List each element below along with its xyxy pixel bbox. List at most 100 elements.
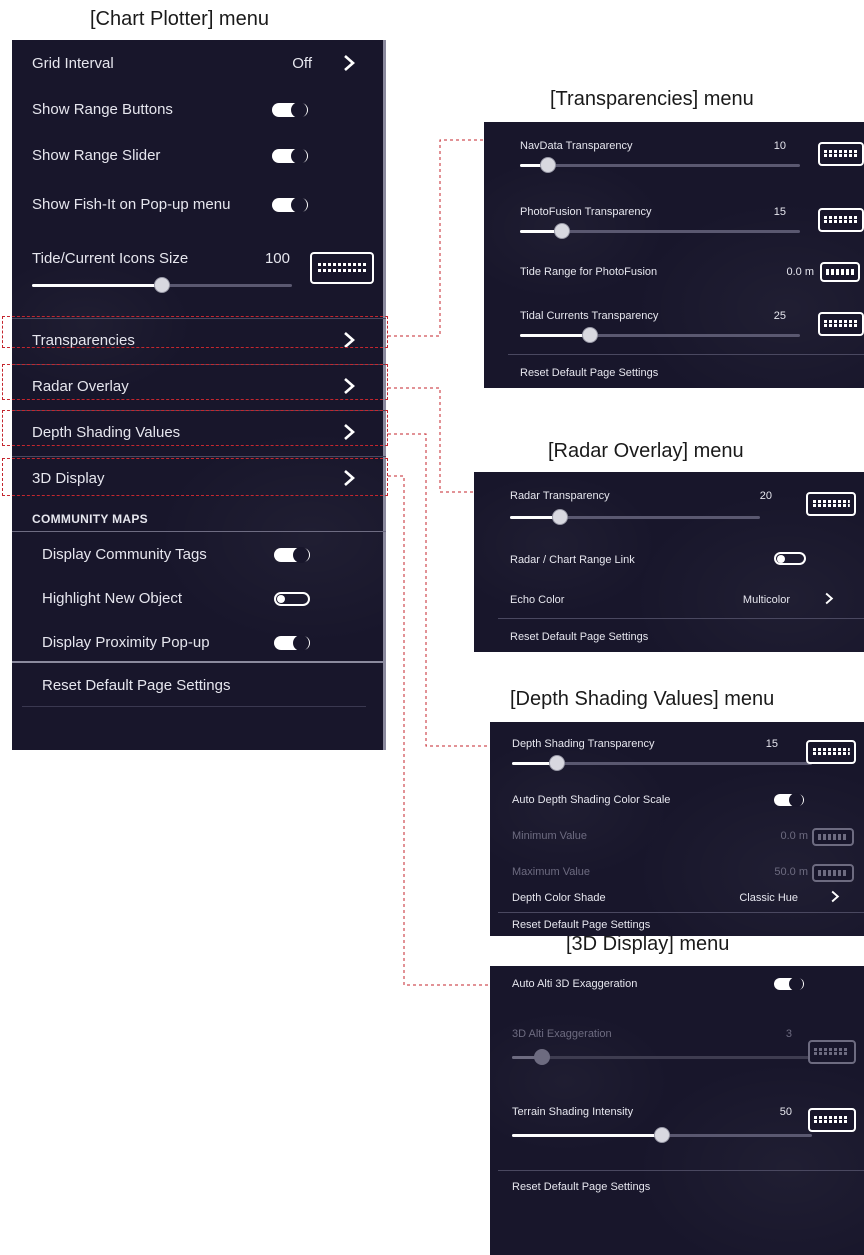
- transparencies-caption: [Transparencies] menu: [550, 88, 754, 110]
- tide-current-icons-size-slider[interactable]: [32, 277, 292, 293]
- transparencies-panel: NavData Transparency 10 PhotoFusion Tran…: [484, 122, 864, 388]
- reset-default-page-settings-button[interactable]: Reset Default Page Settings: [512, 1181, 650, 1193]
- echo-color-row[interactable]: Echo Color Multicolor: [474, 580, 864, 618]
- depth-shading-transparency-row: Depth Shading Transparency 15: [490, 722, 864, 780]
- tide-range-label: Tide Range for PhotoFusion: [520, 266, 658, 278]
- auto-alti-3d-exaggeration-label: Auto Alti 3D Exaggeration: [512, 978, 638, 990]
- depth-color-shade-label: Depth Color Shade: [512, 892, 606, 904]
- auto-alti-3d-exaggeration-row[interactable]: Auto Alti 3D Exaggeration: [490, 966, 864, 1010]
- slider-thumb[interactable]: [654, 1127, 670, 1143]
- tidal-currents-transparency-value: 25: [773, 310, 786, 322]
- echo-color-value: Multicolor: [742, 594, 790, 606]
- radar-transparency-value: 20: [759, 490, 772, 502]
- keyboard-icon[interactable]: [310, 252, 374, 284]
- radar-overlay-panel: Radar Transparency 20 Radar / Chart Rang…: [474, 472, 864, 652]
- slider-thumb[interactable]: [549, 755, 565, 771]
- tidal-currents-transparency-slider[interactable]: [520, 327, 800, 343]
- community-maps-title: COMMUNITY MAPS: [32, 512, 148, 526]
- alti-exaggeration-value: 3: [785, 1028, 792, 1040]
- reset-default-page-settings-row[interactable]: Reset Default Page Settings: [490, 1171, 864, 1211]
- show-range-buttons-label: Show Range Buttons: [32, 101, 173, 118]
- keyboard-icon[interactable]: [818, 208, 864, 232]
- radar-transparency-row: Radar Transparency 20: [474, 472, 864, 538]
- maximum-value-row: Maximum Value 50.0 m: [490, 854, 864, 890]
- display-3d-panel: Auto Alti 3D Exaggeration 3D Alti Exagge…: [490, 966, 864, 1255]
- photofusion-transparency-slider[interactable]: [520, 223, 800, 239]
- tide-range-row: Tide Range for PhotoFusion 0.0 m: [484, 248, 864, 294]
- display-community-tags-toggle[interactable]: [274, 547, 310, 563]
- reset-default-page-settings-row[interactable]: Reset Default Page Settings: [474, 619, 864, 652]
- keyboard-icon: [808, 1040, 856, 1064]
- slider-thumb[interactable]: [552, 509, 568, 525]
- highlight-new-object-toggle[interactable]: [274, 592, 310, 606]
- tide-current-icons-size-row: Tide/Current Icons Size 100: [12, 228, 386, 310]
- display-proximity-popup-toggle[interactable]: [274, 635, 310, 651]
- keyboard-icon[interactable]: [806, 492, 856, 516]
- keyboard-icon[interactable]: [820, 262, 860, 282]
- terrain-shading-intensity-row: Terrain Shading Intensity 50: [490, 1082, 864, 1154]
- highlight-new-object-row[interactable]: Highlight New Object: [12, 576, 386, 620]
- keyboard-icon: [812, 828, 854, 846]
- photofusion-transparency-row: PhotoFusion Transparency 15: [484, 186, 864, 248]
- keyboard-icon[interactable]: [818, 142, 864, 166]
- display-proximity-popup-row[interactable]: Display Proximity Pop-up: [12, 620, 386, 664]
- reset-default-page-settings-button[interactable]: Reset Default Page Settings: [520, 367, 658, 379]
- display-proximity-popup-label: Display Proximity Pop-up: [42, 634, 210, 651]
- navdata-transparency-slider[interactable]: [520, 157, 800, 173]
- navdata-transparency-row: NavData Transparency 10: [484, 122, 864, 186]
- reset-default-page-settings-row[interactable]: Reset Default Page Settings: [490, 913, 864, 936]
- radar-overlay-highlight: [2, 364, 388, 400]
- depth-shading-transparency-slider[interactable]: [512, 755, 812, 771]
- show-fish-it-row[interactable]: Show Fish-It on Pop-up menu: [12, 178, 386, 228]
- chevron-right-icon: [344, 55, 355, 71]
- grid-interval-row[interactable]: Grid Interval Off: [12, 40, 386, 86]
- slider-thumb[interactable]: [540, 157, 556, 173]
- reset-default-page-settings-row[interactable]: Reset Default Page Settings: [484, 355, 864, 388]
- radar-transparency-slider[interactable]: [510, 509, 760, 525]
- depth-color-shade-value: Classic Hue: [739, 892, 798, 904]
- depth-shading-values-highlight: [2, 410, 388, 446]
- display-3d-highlight: [2, 458, 388, 496]
- keyboard-icon: [812, 864, 854, 882]
- chevron-right-icon: [825, 592, 834, 605]
- display-3d-caption: [3D Display] menu: [566, 933, 730, 955]
- show-range-buttons-row[interactable]: Show Range Buttons: [12, 86, 386, 132]
- show-range-buttons-toggle[interactable]: [272, 102, 308, 118]
- reset-default-page-settings-button[interactable]: Reset Default Page Settings: [42, 677, 230, 694]
- reset-default-page-settings-button[interactable]: Reset Default Page Settings: [512, 919, 650, 931]
- keyboard-icon[interactable]: [808, 1108, 856, 1132]
- auto-depth-shading-color-scale-toggle[interactable]: [774, 793, 804, 807]
- show-fish-it-label: Show Fish-It on Pop-up menu: [32, 196, 231, 213]
- show-range-slider-row[interactable]: Show Range Slider: [12, 132, 386, 178]
- slider-thumb[interactable]: [554, 223, 570, 239]
- terrain-shading-intensity-slider[interactable]: [512, 1127, 812, 1143]
- depth-color-shade-row[interactable]: Depth Color Shade Classic Hue: [490, 890, 864, 910]
- navdata-transparency-value: 10: [773, 140, 786, 152]
- reset-default-page-settings-button[interactable]: Reset Default Page Settings: [510, 631, 648, 643]
- keyboard-icon[interactable]: [818, 312, 864, 336]
- tidal-currents-transparency-row: Tidal Currents Transparency 25: [484, 294, 864, 354]
- display-community-tags-label: Display Community Tags: [42, 546, 207, 563]
- show-range-slider-label: Show Range Slider: [32, 147, 161, 164]
- slider-thumb[interactable]: [154, 277, 170, 293]
- alti-exaggeration-label: 3D Alti Exaggeration: [512, 1028, 612, 1040]
- terrain-shading-intensity-label: Terrain Shading Intensity: [512, 1106, 634, 1118]
- radar-chart-range-link-label: Radar / Chart Range Link: [510, 554, 635, 566]
- show-fish-it-toggle[interactable]: [272, 197, 308, 213]
- echo-color-label: Echo Color: [510, 594, 565, 606]
- grid-interval-value: Off: [292, 55, 312, 72]
- auto-depth-shading-color-scale-row[interactable]: Auto Depth Shading Color Scale: [490, 780, 864, 818]
- maximum-value-value: 50.0 m: [774, 866, 808, 878]
- keyboard-icon[interactable]: [806, 740, 856, 764]
- chart-plotter-caption: [Chart Plotter] menu: [90, 8, 269, 30]
- slider-thumb[interactable]: [582, 327, 598, 343]
- display-community-tags-row[interactable]: Display Community Tags: [12, 532, 386, 576]
- radar-chart-range-link-toggle[interactable]: [774, 552, 806, 565]
- navdata-transparency-label: NavData Transparency: [520, 140, 633, 152]
- show-range-slider-toggle[interactable]: [272, 148, 308, 164]
- radar-overlay-caption: [Radar Overlay] menu: [548, 440, 744, 462]
- maximum-value-label: Maximum Value: [512, 866, 591, 878]
- reset-default-page-settings-row[interactable]: Reset Default Page Settings: [12, 663, 386, 707]
- radar-chart-range-link-row[interactable]: Radar / Chart Range Link: [474, 538, 864, 580]
- auto-alti-3d-exaggeration-toggle[interactable]: [774, 977, 804, 991]
